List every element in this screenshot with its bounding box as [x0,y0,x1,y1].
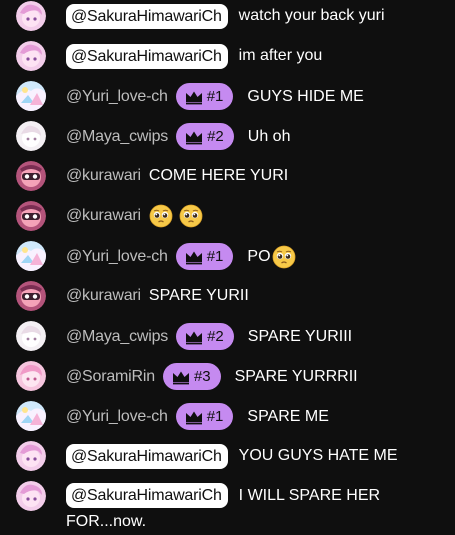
author-name[interactable]: @SakuraHimawariCh [66,443,228,469]
chat-message: @Yuri_love-ch #1 SPARE ME [0,397,455,437]
chat-message-line: @SakuraHimawariCh YOU GUYS HATE ME [66,443,449,469]
yuri-avatar-icon[interactable] [16,401,46,431]
chat-message-line: @SoramiRin #3 SPARE YURRRII [66,363,449,390]
chat-message: @SakuraHimawariCh YOU GUYS HATE ME [0,437,455,477]
kurawari-avatar-icon[interactable] [16,161,46,191]
author-name[interactable]: @SakuraHimawariCh [66,43,228,69]
pleading-face-emoji-icon [149,204,173,228]
rank-badge: #1 [175,243,234,270]
author-name[interactable]: @kurawari [66,203,141,229]
rank-badge: #2 [176,323,234,350]
message-text: SPARE YURRRII [234,367,358,385]
sorami-avatar-icon[interactable] [16,361,46,391]
crown-icon [184,249,207,265]
chat-message-line: @Yuri_love-ch #1 GUYS HIDE ME [66,83,449,110]
kurawari-avatar-icon[interactable] [16,201,46,231]
rank-badge-label: #2 [207,327,224,345]
chat-message: @kurawari SPARE YURII [0,277,455,317]
rank-badge-label: #1 [206,87,224,105]
rank-badge: #3 [162,363,221,390]
author-name[interactable]: @Yuri_love-ch [66,244,168,270]
chat-message: @kurawari COME HERE YURI [0,157,455,197]
chat-message: @Maya_cwips #2 Uh oh [0,117,455,157]
chat-message-line: @kurawari [66,203,449,229]
chat-message: @Maya_cwips #2 SPARE YURIII [0,317,455,357]
author-name[interactable]: @SakuraHimawariCh [66,483,228,508]
message-text: PO [247,247,271,265]
chat-message-line: @Yuri_love-ch #1 PO [66,243,449,270]
message-text: SPARE YURIII [247,327,353,345]
author-name[interactable]: @Maya_cwips [66,324,168,350]
chat-message: @SakuraHimawariCh watch your back yuri [0,0,455,37]
rank-badge-label: #1 [206,247,224,265]
chat-message: @kurawari [0,197,455,237]
rank-badge-label: #1 [206,407,224,425]
crown-icon [184,409,207,425]
chat-message-line: @Maya_cwips #2 SPARE YURIII [66,323,449,350]
author-name[interactable]: @SakuraHimawariCh [66,3,228,29]
message-text: COME HERE YURI [148,167,289,184]
rank-badge-label: #3 [193,367,211,385]
chat-message: @Yuri_love-ch #1 PO [0,237,455,277]
author-name[interactable]: @Maya_cwips [66,124,168,150]
rank-badge: #1 [175,403,234,430]
maya-avatar-icon[interactable] [16,121,46,151]
rank-badge: #1 [175,83,234,110]
chat-message-line: @kurawari COME HERE YURI [66,163,449,189]
sakura-avatar-icon[interactable] [16,441,46,471]
message-text: im after you [238,47,323,64]
sakura-avatar-icon[interactable] [16,481,46,511]
author-name[interactable]: @Yuri_love-ch [66,84,168,110]
kurawari-avatar-icon[interactable] [16,281,46,311]
author-name[interactable]: @kurawari [66,163,141,189]
sakura-avatar-icon[interactable] [16,41,46,71]
chat-message: @SoramiRin #3 SPARE YURRRII [0,357,455,397]
crown-icon [184,329,207,345]
author-name[interactable]: @Yuri_love-ch [66,404,168,430]
crown-icon [184,89,207,105]
chat-message-line: @kurawari SPARE YURII [66,283,449,309]
chat-message: @SakuraHimawariCh I WILL SPARE HER FOR...… [0,477,455,530]
author-name[interactable]: @kurawari [66,283,141,309]
chat-message-line: @Maya_cwips #2 Uh oh [66,123,449,150]
chat-message-line: @Yuri_love-ch #1 SPARE ME [66,403,449,430]
message-text: watch your back yuri [238,7,385,24]
yuri-avatar-icon[interactable] [16,241,46,271]
maya-avatar-icon[interactable] [16,321,46,351]
chat-message: @SakuraHimawariCh im after you [0,37,455,77]
chat-message-line: @SakuraHimawariCh I WILL SPARE HER FOR...… [66,483,449,535]
yuri-avatar-icon[interactable] [16,81,46,111]
chat-message-line: @SakuraHimawariCh im after you [66,43,449,69]
message-text: Uh oh [247,127,291,145]
crown-icon [171,369,194,385]
chat-message: @Yuri_love-ch #1 GUYS HIDE ME [0,77,455,117]
live-chat-feed: @SakuraHimawariCh watch your back yuri @Sa… [0,0,455,531]
message-text: GUYS HIDE ME [247,87,364,105]
sakura-avatar-icon[interactable] [16,1,46,31]
message-text: SPARE ME [247,407,329,425]
pleading-face-emoji-icon [272,245,296,269]
chat-message-line: @SakuraHimawariCh watch your back yuri [66,3,449,29]
message-text: YOU GUYS HATE ME [238,447,398,464]
rank-badge-label: #2 [207,127,224,145]
crown-icon [184,129,207,145]
author-name[interactable]: @SoramiRin [66,364,155,390]
message-text: SPARE YURII [148,287,249,304]
rank-badge: #2 [176,123,234,150]
pleading-face-emoji-icon [179,204,203,228]
